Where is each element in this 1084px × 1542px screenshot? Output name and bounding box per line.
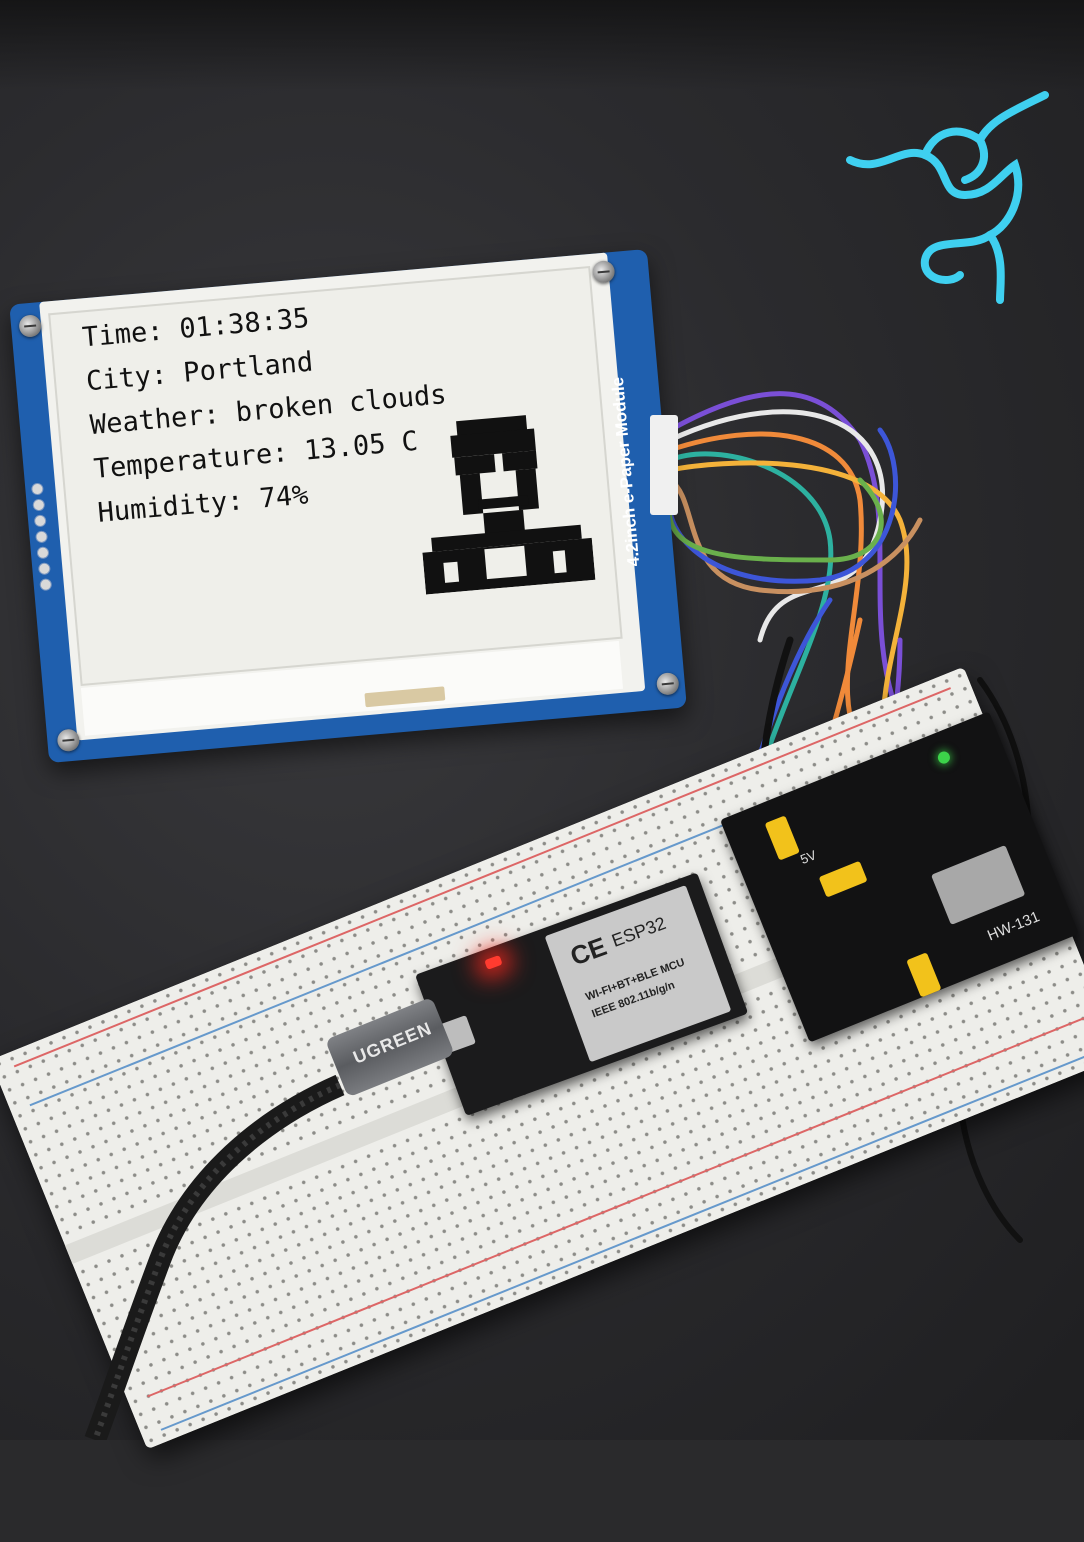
ce-mark: CE <box>566 930 611 972</box>
pixel-portrait-icon <box>422 415 596 595</box>
chip-label: ESP32 <box>609 912 669 951</box>
desk-shadow <box>0 0 1084 90</box>
cable-brand: UGREEN <box>350 1018 435 1068</box>
razer-logo-icon <box>846 91 1049 304</box>
epaper-display-module: 4.2inch e-Paper Module Time: 01:38:35 Cit… <box>4 187 707 764</box>
weather-readout: Time: 01:38:35 City: Portland Weather: bro… <box>81 285 456 535</box>
ribbon-connector <box>650 415 678 515</box>
